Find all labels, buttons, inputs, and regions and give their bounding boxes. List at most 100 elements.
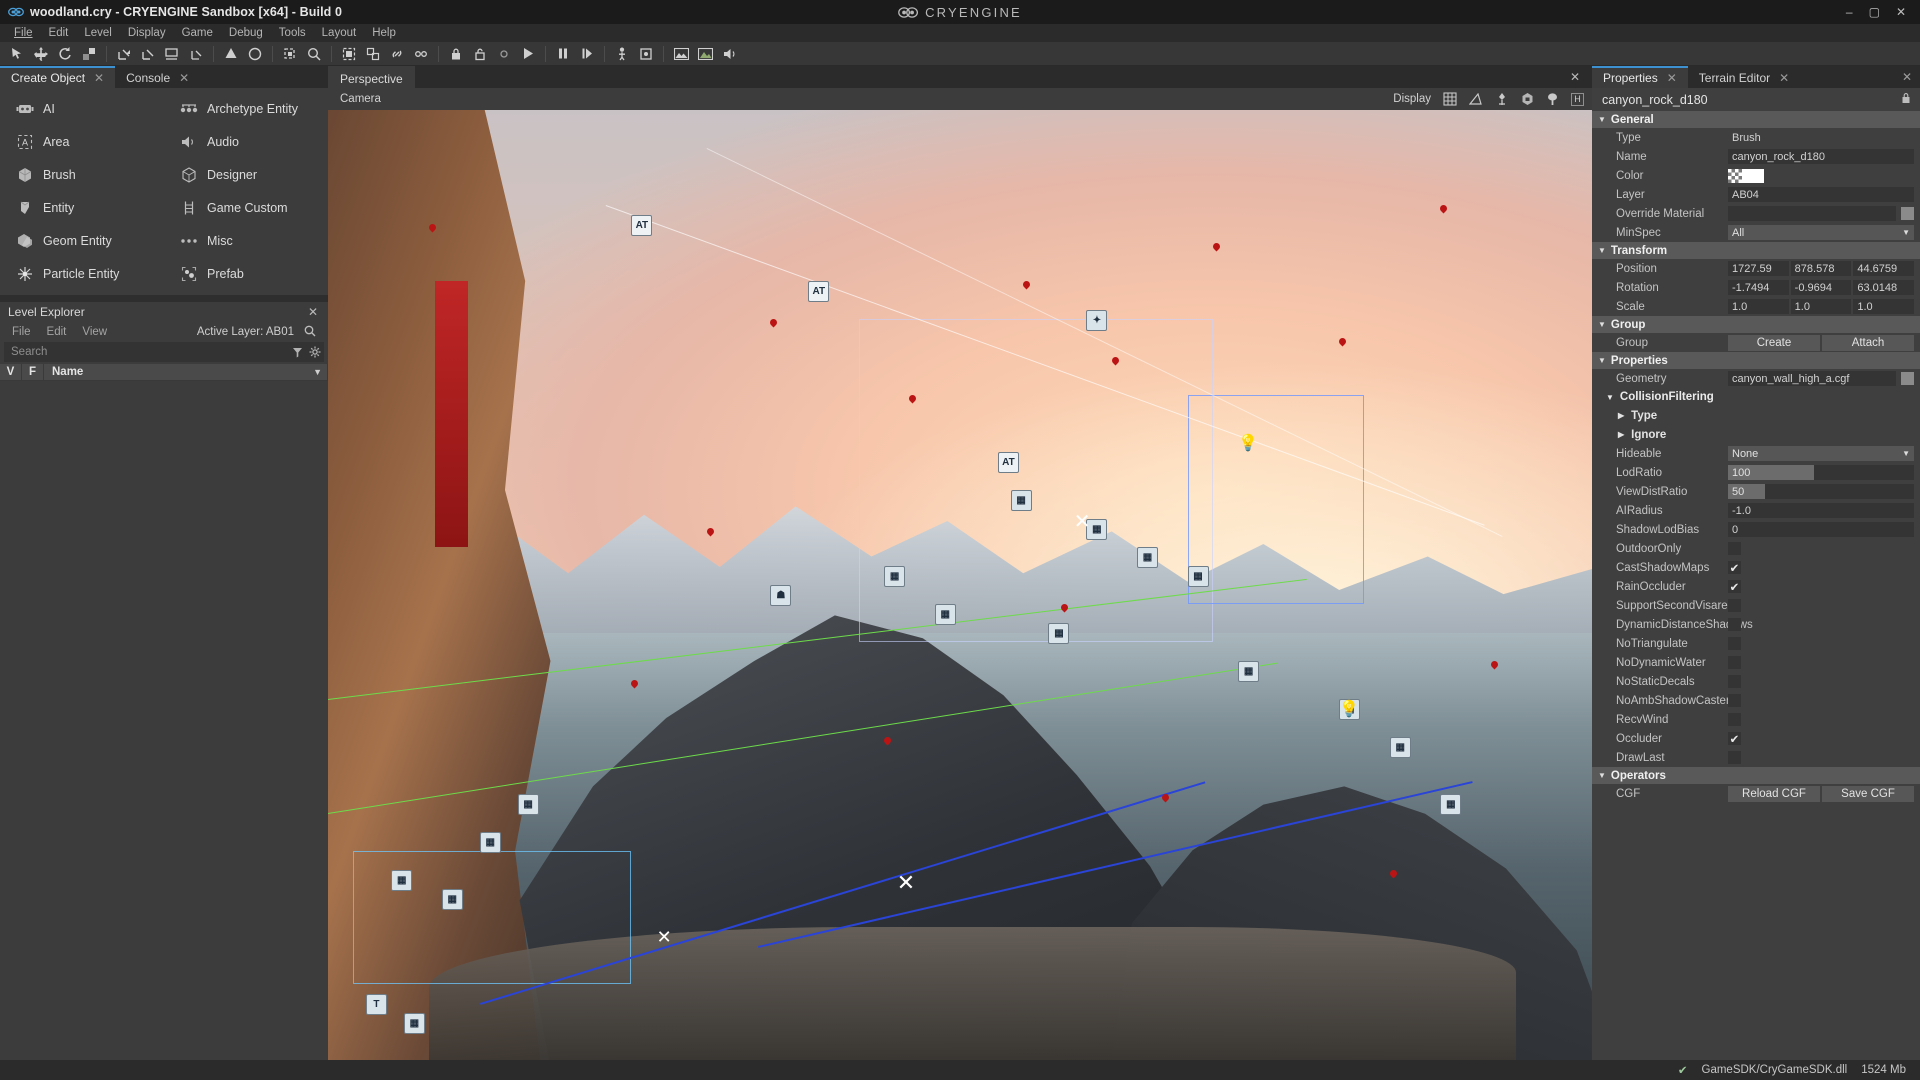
property-checkbox[interactable] — [1728, 751, 1741, 764]
property-slider[interactable]: 100 — [1728, 465, 1914, 480]
perspective-viewport[interactable]: AT AT AT ▦ ▦ ▦ ▦ ▦ ▦ ▦ ▦ ▦ ▦ ▦ ▦ ▦ ▦ ▦ T… — [328, 110, 1592, 1060]
create-object-area[interactable]: A Area — [0, 130, 164, 153]
entity-helper-icon[interactable]: T — [365, 993, 387, 1015]
close-icon[interactable]: ✕ — [1570, 70, 1580, 84]
menu-level[interactable]: Level — [76, 24, 120, 42]
entity-helper-icon[interactable]: ▦ — [1238, 661, 1260, 682]
group-icon[interactable] — [338, 44, 360, 64]
create-object-archetype-entity[interactable]: Archetype Entity — [164, 97, 328, 120]
create-object-audio[interactable]: Audio — [164, 130, 328, 153]
menu-file[interactable]: File — [6, 24, 41, 42]
property-slider[interactable]: 50 — [1728, 484, 1914, 499]
light-helper-icon[interactable]: 💡 — [1339, 699, 1359, 719]
create-object-prefab[interactable]: Prefab — [164, 262, 328, 285]
property-input[interactable]: 878.578 — [1790, 261, 1852, 276]
column-name[interactable]: Name — [44, 364, 328, 380]
property-input[interactable]: -1.7494 — [1728, 280, 1789, 295]
link-icon[interactable] — [386, 44, 408, 64]
create-object-brush[interactable]: Brush — [0, 163, 164, 186]
gear-icon[interactable] — [306, 346, 324, 358]
entity-helper-icon[interactable]: ✦ — [1086, 309, 1108, 331]
create-object-designer[interactable]: Designer — [164, 163, 328, 186]
vegetation-icon[interactable] — [694, 44, 716, 64]
menu-edit[interactable]: Edit — [41, 24, 77, 42]
properties-subrow-ignore[interactable]: ▶ Ignore — [1592, 425, 1920, 444]
chevron-down-icon[interactable]: ▼ — [1598, 320, 1606, 329]
level-explorer-search[interactable] — [4, 342, 324, 362]
tab-perspective[interactable]: Perspective — [328, 66, 415, 88]
property-button[interactable]: Reload CGF — [1728, 785, 1820, 802]
property-button[interactable]: Save CGF — [1822, 785, 1914, 802]
object-icon[interactable] — [1521, 92, 1534, 106]
property-input[interactable]: 44.6759 — [1853, 261, 1915, 276]
create-object-entity[interactable]: Entity — [0, 196, 164, 219]
tab-console[interactable]: Console ✕ — [115, 66, 201, 88]
entity-helper-icon[interactable]: ▦ — [1048, 623, 1070, 644]
entity-helper-icon[interactable]: ▦ — [1187, 566, 1209, 587]
physics-icon[interactable] — [635, 44, 657, 64]
property-checkbox[interactable] — [1728, 637, 1741, 650]
properties-section-header[interactable]: ▼ Properties — [1592, 352, 1920, 369]
properties-section-header[interactable]: ▼ Group — [1592, 316, 1920, 333]
folder-icon[interactable] — [1901, 372, 1914, 385]
camera-label[interactable]: Camera — [340, 93, 381, 105]
property-checkbox[interactable] — [1728, 713, 1741, 726]
property-input[interactable]: 1727.59 — [1728, 261, 1789, 276]
column-freeze[interactable]: F — [22, 364, 44, 380]
rotate-tool-icon[interactable] — [54, 44, 76, 64]
property-input[interactable]: -0.9694 — [1790, 280, 1852, 295]
x-helper-icon[interactable]: ✕ — [657, 927, 672, 948]
property-button[interactable]: Attach — [1822, 334, 1914, 351]
play-game-icon[interactable] — [517, 44, 539, 64]
property-input[interactable]: canyon_wall_high_a.cgf — [1728, 371, 1896, 386]
entity-helper-icon[interactable]: ▦ — [391, 870, 413, 891]
entity-helper-icon[interactable]: ▦ — [1389, 737, 1411, 758]
level-explorer-menu-edit[interactable]: Edit — [47, 326, 67, 338]
property-input[interactable]: 1.0 — [1853, 299, 1915, 314]
entity-helper-icon[interactable]: ▦ — [884, 566, 906, 587]
property-checkbox[interactable]: ✔ — [1728, 561, 1741, 575]
panel-close-icon[interactable]: ✕ — [1902, 70, 1912, 84]
level-explorer-menu-view[interactable]: View — [82, 326, 107, 338]
unlock-icon[interactable] — [469, 44, 491, 64]
create-object-ai[interactable]: AI — [0, 97, 164, 120]
chevron-down-icon[interactable]: ▼ — [1598, 115, 1606, 124]
x-helper-icon[interactable]: ✕ — [1074, 509, 1091, 534]
properties-subsection-collisionfiltering[interactable]: ▼ CollisionFiltering — [1592, 388, 1920, 406]
snap-angle-icon[interactable] — [220, 44, 242, 64]
pause-icon[interactable] — [552, 44, 574, 64]
close-icon[interactable]: ✕ — [179, 72, 189, 84]
close-icon[interactable]: ✕ — [1779, 72, 1789, 84]
level-explorer-menu-file[interactable]: File — [12, 326, 31, 338]
snap-grid-icon[interactable] — [244, 44, 266, 64]
step-icon[interactable] — [576, 44, 598, 64]
property-input[interactable]: 0 — [1728, 522, 1914, 537]
property-dropdown[interactable]: None ▼ — [1728, 446, 1914, 461]
entity-helper-at-icon[interactable]: AT — [808, 281, 830, 302]
pivot-icon[interactable] — [161, 44, 183, 64]
ai-nav-icon[interactable] — [611, 44, 633, 64]
unlink-icon[interactable] — [410, 44, 432, 64]
light-helper-icon[interactable]: 💡 — [1238, 433, 1258, 453]
tab-terrain-editor[interactable]: Terrain Editor ✕ — [1687, 66, 1801, 88]
select-tool-icon[interactable] — [6, 44, 28, 64]
create-object-game-custom[interactable]: Game Custom — [164, 196, 328, 219]
menu-debug[interactable]: Debug — [221, 24, 271, 42]
properties-body[interactable]: ▼ General Type Brush Name canyon_rock_d180 Col… — [1592, 111, 1920, 1060]
menu-tools[interactable]: Tools — [271, 24, 314, 42]
property-input[interactable]: 1.0 — [1728, 299, 1789, 314]
lock-icon[interactable] — [445, 44, 467, 64]
tab-properties[interactable]: Properties ✕ — [1592, 66, 1688, 88]
entity-helper-icon[interactable]: ▦ — [441, 889, 463, 910]
entity-helper-icon[interactable]: ▦ — [517, 794, 539, 815]
close-icon[interactable]: ✕ — [94, 72, 104, 84]
entity-helper-icon[interactable]: ▦ — [403, 1012, 425, 1034]
maximize-button[interactable]: ▢ — [1869, 6, 1880, 18]
lock-icon[interactable] — [1901, 92, 1911, 107]
property-button[interactable]: Create — [1728, 334, 1820, 351]
terrain-icon[interactable] — [670, 44, 692, 64]
property-checkbox[interactable] — [1728, 599, 1741, 612]
filter-icon[interactable] — [288, 347, 306, 358]
magnifier-icon[interactable] — [304, 325, 316, 340]
menu-layout[interactable]: Layout — [314, 24, 365, 42]
